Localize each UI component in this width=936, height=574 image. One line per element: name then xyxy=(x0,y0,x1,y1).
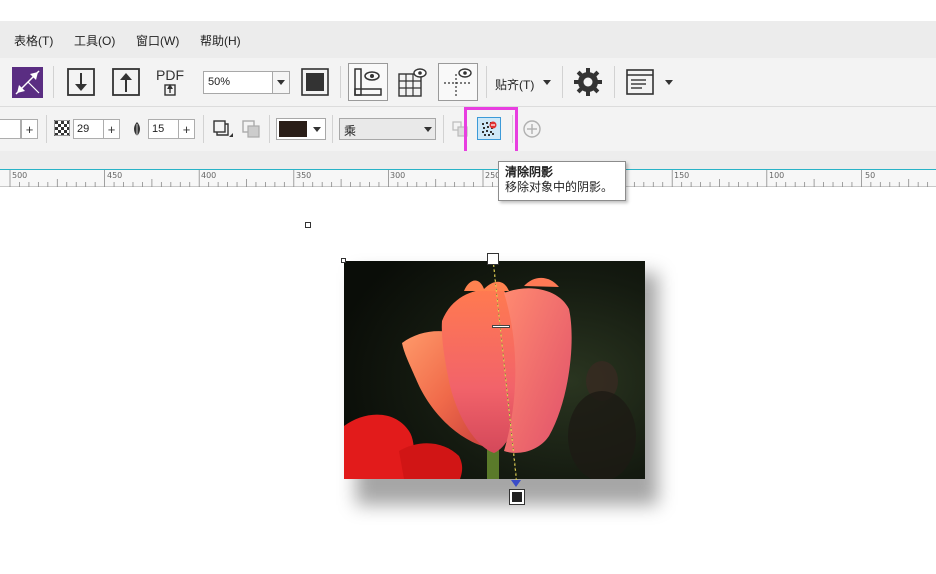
menu-item-table[interactable]: 表格(T) xyxy=(14,32,53,49)
object-center-marker xyxy=(305,222,311,228)
feathering-direction-button[interactable] xyxy=(211,118,235,140)
shadow-opacity-slider[interactable] xyxy=(492,325,510,328)
grid-icon xyxy=(398,68,427,97)
export-button[interactable] xyxy=(110,66,142,98)
chevron-down-icon xyxy=(665,80,673,85)
ruler-ticks xyxy=(9,170,929,187)
show-grid-button[interactable] xyxy=(396,66,428,98)
drawing-canvas[interactable] xyxy=(0,187,936,574)
import-icon xyxy=(67,68,95,96)
show-guidelines-button[interactable] xyxy=(438,63,478,101)
transparency-checker-icon xyxy=(54,120,70,136)
property-bar: + 29 + 15 + 乘 xyxy=(0,107,936,155)
application-launcher-menu-button[interactable] xyxy=(624,66,656,98)
chevron-down-icon xyxy=(424,127,432,132)
selection-corner-handle[interactable] xyxy=(341,258,346,263)
shadow-offset-input[interactable] xyxy=(0,119,21,139)
menu-item-help[interactable]: 帮助(H) xyxy=(200,32,241,49)
ruler-label: 150 xyxy=(674,171,690,180)
import-button[interactable] xyxy=(65,66,97,98)
shadow-direction-arrow-icon xyxy=(511,480,521,487)
clear-shadow-tooltip: 清除阴影 移除对象中的阴影。 xyxy=(498,161,626,201)
pdf-export-icon xyxy=(164,84,176,96)
show-rulers-button[interactable] xyxy=(348,63,388,101)
feather-icon xyxy=(134,122,140,137)
title-strip xyxy=(0,0,936,21)
ruler-header-gap xyxy=(0,151,936,169)
export-icon xyxy=(112,68,140,96)
tooltip-description: 移除对象中的阴影。 xyxy=(505,180,614,194)
shadow-transparency-spinner[interactable]: + xyxy=(103,119,120,139)
shadow-start-handle[interactable] xyxy=(487,253,499,265)
zoom-dropdown-button[interactable] xyxy=(272,71,290,94)
snap-to-dropdown[interactable]: 贴齐(T) xyxy=(495,76,534,93)
plus-circle-icon xyxy=(523,120,541,138)
menu-item-tools[interactable]: 工具(O) xyxy=(74,32,115,49)
feathering-edges-icon xyxy=(242,120,260,138)
ruler-label: 350 xyxy=(296,171,312,180)
standard-toolbar: PDF 50% 贴齐(T) xyxy=(0,58,936,107)
shrink-arrows-icon xyxy=(15,70,40,95)
options-button[interactable] xyxy=(572,66,604,98)
clear-shadow-icon xyxy=(482,121,497,136)
ruler-icon xyxy=(354,68,382,96)
ruler-label: 500 xyxy=(12,171,28,180)
chevron-down-icon xyxy=(277,80,285,85)
guidelines-icon xyxy=(444,68,472,96)
shadow-feathering-spinner[interactable]: + xyxy=(178,119,195,139)
ruler-label: 50 xyxy=(865,171,876,180)
menu-item-window[interactable]: 窗口(W) xyxy=(136,32,179,49)
chevron-down-icon xyxy=(543,80,551,85)
ruler-label: 400 xyxy=(201,171,217,180)
merge-mode-value: 乘 xyxy=(344,124,357,138)
merge-mode-select[interactable]: 乘 xyxy=(339,118,436,140)
add-preset-button[interactable] xyxy=(521,118,543,140)
drop-shadow-vector xyxy=(492,258,518,486)
horizontal-ruler[interactable]: 500 450 400 350 300 250 200 150 100 50 xyxy=(0,169,936,187)
shadow-end-handle[interactable] xyxy=(509,489,525,505)
window-list-icon xyxy=(626,69,654,95)
shadow-color-picker[interactable] xyxy=(276,118,326,140)
application-launcher-button[interactable] xyxy=(12,67,43,98)
menu-bar: 表格(T) 工具(O) 窗口(W) 帮助(H) xyxy=(0,21,936,58)
full-screen-preview-button[interactable] xyxy=(299,66,331,98)
shadow-color-swatch xyxy=(279,121,307,137)
clear-shadow-button[interactable] xyxy=(477,117,501,140)
ruler-label: 450 xyxy=(107,171,123,180)
shadow-feathering-input[interactable]: 15 xyxy=(148,119,179,139)
feathering-direction-icon xyxy=(213,120,233,137)
zoom-level-input[interactable]: 50% xyxy=(203,71,273,94)
publish-pdf-button[interactable]: PDF xyxy=(154,66,186,98)
gear-icon xyxy=(574,68,602,96)
shadow-transparency-input[interactable]: 29 xyxy=(73,119,104,139)
tooltip-title: 清除阴影 xyxy=(505,165,554,179)
ruler-label: 100 xyxy=(769,171,785,180)
shadow-offset-spinner[interactable]: + xyxy=(21,119,38,139)
feathering-edges-button[interactable] xyxy=(240,118,264,140)
pdf-label: PDF xyxy=(156,67,184,83)
ruler-label: 300 xyxy=(390,171,406,180)
chevron-down-icon xyxy=(313,127,321,132)
full-screen-icon xyxy=(301,68,329,96)
